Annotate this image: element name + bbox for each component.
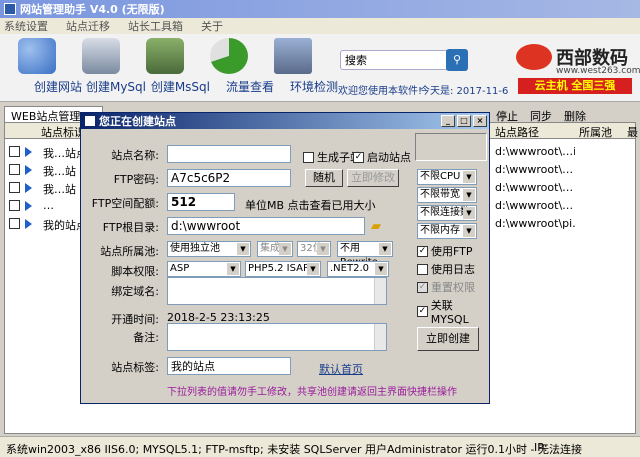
info-panel — [415, 133, 487, 161]
app-titlebar: 网站管理助手 V4.0 (无限版) — [0, 0, 640, 18]
search-input[interactable] — [341, 51, 441, 69]
app-title: 网站管理助手 V4.0 (无限版) — [20, 3, 165, 16]
database-icon — [82, 38, 120, 74]
row-checkbox[interactable] — [9, 164, 20, 175]
play-icon — [25, 219, 32, 229]
pool-label: 站点所属池: — [100, 245, 159, 258]
app-icon — [4, 3, 16, 15]
status-text: 系统win2003_x86 IIS6.0; MYSQL5.1; FTP-msft… — [6, 443, 582, 456]
monitor-icon — [274, 38, 312, 74]
pie-chart-icon — [210, 38, 248, 74]
menu-webmaster-tools[interactable]: 站长工具箱 — [128, 18, 183, 34]
col-pool[interactable]: 所属池 — [579, 124, 612, 140]
reset-perm-checkbox[interactable]: ✓ 重置权限 — [417, 279, 475, 295]
use-log-checkbox[interactable]: 使用日志 — [417, 261, 475, 277]
dialog-icon — [85, 116, 95, 126]
play-icon — [25, 183, 32, 193]
pool-mode-select[interactable]: 集成 — [257, 241, 293, 257]
site-tag-input[interactable] — [167, 357, 291, 375]
status-ip: IP: — [534, 441, 548, 454]
row-checkbox[interactable] — [9, 200, 20, 211]
menu-system-settings[interactable]: 系统设置 — [4, 18, 48, 34]
cpu-limit-select[interactable]: 不限CPU — [417, 169, 477, 185]
row-checkbox[interactable] — [9, 182, 20, 193]
create-mssql-button[interactable]: 创建MsSql — [134, 38, 210, 98]
menu-about[interactable]: 关于 — [201, 18, 223, 34]
menubar: 系统设置 站点迁移 站长工具箱 关于 — [0, 18, 640, 34]
folder-icon[interactable]: ▰ — [371, 219, 381, 234]
open-time-label: 开通时间: — [111, 313, 159, 326]
menu-site-migrate[interactable]: 站点迁移 — [66, 18, 110, 34]
database-stack-icon — [146, 38, 184, 74]
ftp-root-label: FTP根目录: — [102, 221, 159, 234]
row-checkbox[interactable] — [9, 218, 20, 229]
site-name-input[interactable] — [167, 145, 291, 163]
brand-slogan: 云主机 全国三强 — [518, 78, 632, 94]
welcome-text: 欢迎您使用本软件! — [338, 86, 423, 97]
memory-limit-select[interactable]: 不限内存 — [417, 223, 477, 239]
brand-logo[interactable]: 西部数码 www.west263.com 云主机 全国三强 — [512, 40, 640, 98]
rewrite-select[interactable]: 不用Rewrite — [337, 241, 393, 268]
create-now-button[interactable]: 立即创建 — [417, 327, 479, 351]
play-icon — [25, 147, 32, 157]
ftp-quota-label: FTP空间配额: — [91, 197, 159, 210]
script-label: 脚本权限: — [111, 265, 159, 278]
pool-bits-select[interactable]: 32位 — [297, 241, 331, 257]
default-page-link[interactable]: 默认首页 — [319, 361, 363, 377]
search-icon[interactable]: ⚲ — [446, 49, 468, 71]
brand-url: www.west263.com — [556, 66, 640, 76]
play-icon — [25, 165, 32, 175]
bandwidth-limit-select[interactable]: 不限带宽 — [417, 187, 477, 203]
dotnet-select[interactable]: .NET2.0 — [327, 261, 389, 277]
col-more[interactable]: 最 — [627, 124, 638, 140]
create-mysql-button[interactable]: 创建MySql — [70, 38, 146, 98]
site-tag-label: 站点标签: — [111, 361, 159, 374]
create-site-button[interactable]: 创建网站 — [6, 38, 82, 98]
minimize-icon[interactable]: _ — [441, 115, 455, 127]
quota-hint[interactable]: 单位MB 点击查看已用大小 — [245, 197, 376, 213]
remark-input[interactable] — [167, 323, 387, 351]
ftp-quota-input[interactable] — [167, 193, 235, 211]
date-text: 今天是: 2017-11-6 — [420, 86, 509, 97]
tools-icon — [18, 38, 56, 74]
traffic-view-button[interactable]: 流量查看 — [198, 38, 274, 98]
php-select[interactable]: PHP5.2 ISAPI — [245, 261, 321, 277]
link-mysql-checkbox[interactable]: ✓ 关联MYSQL — [417, 297, 489, 326]
remark-label: 备注: — [133, 331, 159, 344]
play-icon — [25, 201, 32, 211]
pool-select[interactable]: 使用独立池 — [167, 241, 251, 257]
col-site-id[interactable]: 站点标识 — [41, 124, 85, 140]
close-icon[interactable]: × — [473, 115, 487, 127]
connection-limit-select[interactable]: 不限连接数 — [417, 205, 477, 221]
row-checkbox[interactable] — [9, 146, 20, 157]
modify-now-button[interactable]: 立即修改 — [347, 169, 399, 187]
env-check-button[interactable]: 环境检测 — [262, 38, 338, 98]
bind-domain-input[interactable] — [167, 277, 387, 305]
enable-site-checkbox[interactable]: ✓ 启动站点 — [353, 149, 411, 165]
col-site-path[interactable]: 站点路径 — [495, 124, 539, 140]
create-site-dialog: 您正在创建站点 _ □ × 站点名称: 生成子站 ✓启动站点 FTP密码: 随机… — [80, 112, 490, 404]
maximize-icon[interactable]: □ — [457, 115, 471, 127]
window-buttons: _ □ × — [441, 115, 487, 127]
site-name-label: 站点名称: — [111, 149, 159, 162]
random-button[interactable]: 随机 — [305, 169, 343, 187]
logo-mark-icon — [516, 44, 552, 70]
use-ftp-checkbox[interactable]: ✓ 使用FTP — [417, 243, 473, 259]
script-select[interactable]: ASP — [167, 261, 241, 277]
ftp-root-input[interactable] — [167, 217, 365, 235]
dialog-hint: 下拉列表的值请勿手工修改，共享池创建请返回主界面快捷栏操作 — [167, 387, 457, 398]
dialog-titlebar[interactable]: 您正在创建站点 _ □ × — [81, 113, 489, 129]
dialog-title: 您正在创建站点 — [99, 115, 176, 128]
ftp-password-input[interactable] — [167, 169, 291, 187]
bind-domain-label: 绑定域名: — [111, 285, 159, 298]
status-bar: 系统win2003_x86 IIS6.0; MYSQL5.1; FTP-msft… — [0, 436, 640, 457]
ftp-password-label: FTP密码: — [113, 173, 159, 186]
